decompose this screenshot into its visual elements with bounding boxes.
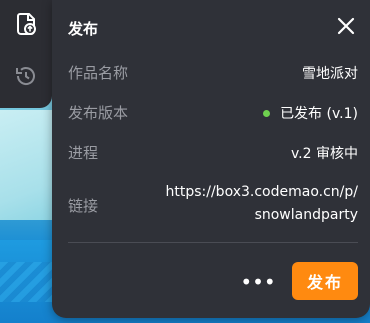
close-icon bbox=[336, 17, 356, 40]
published-status-dot bbox=[263, 109, 271, 117]
side-toolbar bbox=[0, 0, 52, 108]
link-label: 链接 bbox=[68, 197, 99, 215]
history-clock-icon bbox=[13, 63, 39, 93]
publish-button[interactable]: 发布 bbox=[292, 262, 358, 300]
progress-label: 进程 bbox=[68, 144, 99, 162]
share-link[interactable]: https://box3.codemao.cn/p/ snowlandparty bbox=[158, 181, 359, 227]
work-name-value: 雪地派对 bbox=[302, 66, 358, 82]
terrain-detail bbox=[0, 262, 60, 302]
editor-scene: 发布 作品名称 雪地派对 发布版本 已发布 (v.1) 进程 v.2 审核中 链… bbox=[0, 0, 370, 323]
publish-tool-button[interactable] bbox=[6, 6, 46, 46]
version-value: 已发布 (v.1) bbox=[280, 106, 358, 122]
history-tool-button[interactable] bbox=[6, 58, 46, 98]
divider bbox=[68, 242, 358, 243]
publish-panel: 发布 作品名称 雪地派对 发布版本 已发布 (v.1) 进程 v.2 审核中 链… bbox=[52, 0, 370, 318]
version-label: 发布版本 bbox=[68, 104, 129, 122]
work-name-label: 作品名称 bbox=[68, 64, 129, 82]
more-options-button[interactable]: ••• bbox=[240, 268, 275, 296]
share-link-line1: https://box3.codemao.cn/p/ bbox=[165, 184, 359, 200]
close-button[interactable] bbox=[336, 16, 356, 36]
progress-value: v.2 审核中 bbox=[290, 146, 358, 162]
publish-doc-icon bbox=[13, 11, 39, 41]
version-status: 已发布 (v.1) bbox=[263, 103, 358, 123]
share-link-line2: snowlandparty bbox=[254, 207, 358, 223]
panel-title: 发布 bbox=[68, 20, 99, 38]
more-dots-icon: ••• bbox=[240, 270, 276, 294]
